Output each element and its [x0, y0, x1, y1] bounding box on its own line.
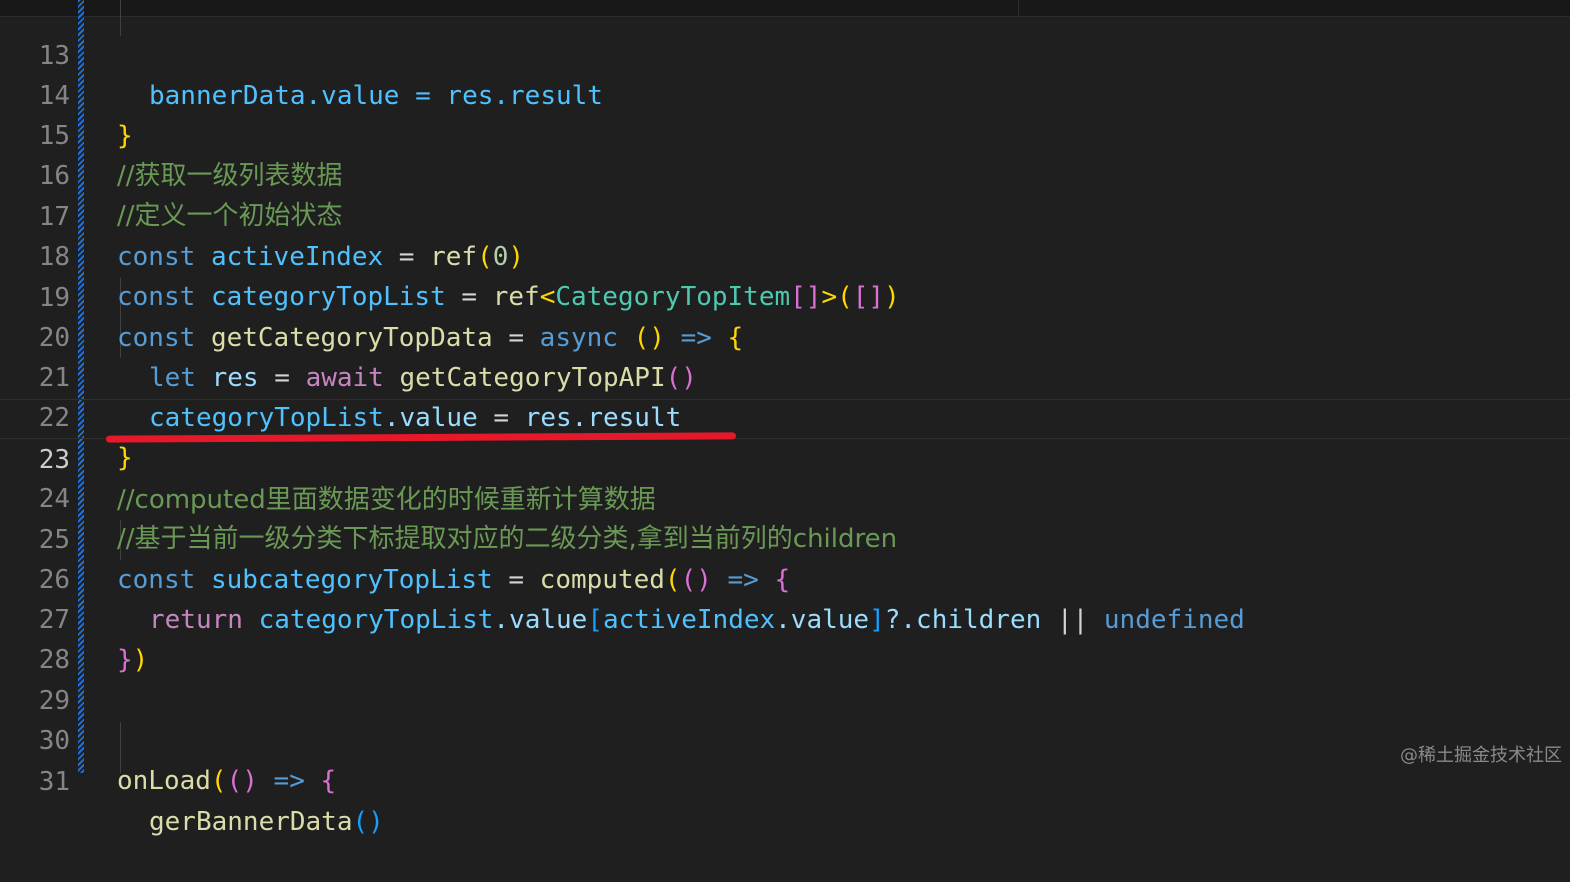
code-line[interactable]: 29 [0, 641, 1570, 716]
code-line[interactable]: 19 const getCategoryTopData = async () =… [0, 238, 1570, 353]
code-token: => [273, 766, 305, 796]
code-line[interactable]: 31 gerBannerData() [0, 722, 1570, 837]
code-line-current[interactable]: 23 //computed里面数据变化的时候重新计算数据 [0, 399, 1570, 515]
code-line[interactable]: 25 const subcategoryTopList = computed((… [0, 480, 1570, 595]
code-line[interactable]: 24 //基于当前一级分类下标提取对应的二级分类,拿到当前列的children [0, 439, 1570, 554]
line-number: 31 [38, 767, 70, 797]
code-line[interactable]: 28 [0, 600, 1570, 675]
code-line[interactable]: 22 } [0, 358, 1570, 473]
code-token: () [226, 766, 258, 796]
code-token: () [352, 807, 384, 837]
code-line[interactable]: 26 return categoryTopList.value[activeIn… [0, 520, 1570, 635]
code-token: { [320, 766, 337, 796]
code-line[interactable]: 15 //获取一级列表数据 [0, 76, 1570, 191]
code-line[interactable]: 18 const categoryTopList = ref<CategoryT… [0, 197, 1570, 312]
code-line[interactable]: 13 bannerData.value = res.result [0, 0, 1570, 111]
code-token: ( [210, 766, 227, 796]
code-token: gerBannerData [149, 807, 353, 837]
code-line[interactable]: 16 //定义一个初始状态 [0, 116, 1570, 231]
code-line[interactable]: 14 } [0, 36, 1570, 151]
code-line[interactable]: 21 categoryTopList.value = res.result [0, 318, 1570, 433]
code-line[interactable]: 17 const activeIndex = ref(0) [0, 157, 1570, 272]
code-token: onLoad [117, 766, 211, 796]
code-editor[interactable]: 13 bannerData.value = res.result 14 } 15… [0, 0, 1570, 837]
code-line[interactable]: 27 }) [0, 560, 1570, 675]
code-line[interactable]: 20 let res = await getCategoryTopAPI() [0, 278, 1570, 393]
code-line[interactable]: 30 onLoad(() => { [0, 681, 1570, 796]
watermark: @稀土掘金技术社区 [1400, 745, 1562, 766]
